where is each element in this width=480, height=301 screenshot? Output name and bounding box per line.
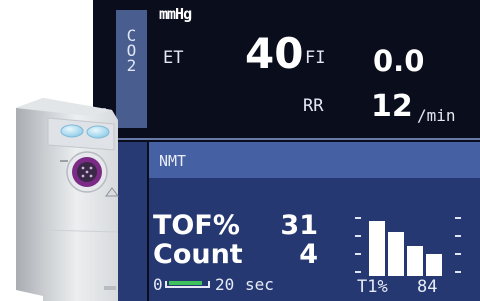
timer-unit-label: sec — [245, 275, 274, 294]
pill-button-icon — [60, 124, 84, 138]
timer-end-label: 20 — [215, 275, 235, 294]
monitor-screen: C O 2 mmHg ET 40 FI 0.0 RR 12 /min NMT T… — [93, 0, 480, 301]
histogram-tick — [355, 271, 361, 273]
et-value: 40 — [245, 29, 304, 78]
count-label: Count — [153, 239, 243, 270]
device-side-face — [16, 98, 43, 296]
histogram-tick — [455, 217, 461, 219]
histogram-bar — [388, 232, 404, 276]
tof-value: 31 — [280, 210, 318, 241]
fi-label: FI — [305, 48, 326, 68]
pill-button-icon — [86, 125, 110, 139]
histogram-tick — [355, 253, 361, 255]
fi-value: 0.0 — [373, 44, 425, 78]
et-label: ET — [163, 48, 184, 68]
co2-unit: mmHg — [159, 5, 192, 23]
histogram-bar — [369, 221, 385, 276]
tof-label: TOF% — [153, 210, 240, 241]
histogram-tick — [455, 271, 461, 273]
t1-value: 84 — [417, 277, 438, 297]
count-value: 4 — [299, 239, 318, 270]
histogram-bar — [407, 246, 423, 276]
timer-start-label: 0 — [153, 275, 163, 294]
histogram-tick — [355, 235, 361, 237]
nmt-module-device — [16, 98, 119, 301]
rr-value: 12 — [371, 89, 413, 124]
timer-progress-fill — [169, 281, 202, 285]
tof-histogram — [355, 215, 463, 276]
histogram-tick — [355, 217, 361, 219]
nmt-title: NMT — [159, 152, 187, 170]
rr-unit: /min — [417, 106, 456, 125]
histogram-tick — [455, 253, 461, 255]
nmt-header[interactable]: NMT — [149, 142, 480, 178]
timer-progress-bar — [165, 281, 210, 288]
panel-divider — [93, 138, 480, 140]
t1-label: T1% — [357, 277, 388, 297]
histogram-bar — [426, 254, 442, 276]
histogram-tick — [455, 235, 461, 237]
rr-label: RR — [303, 96, 324, 116]
